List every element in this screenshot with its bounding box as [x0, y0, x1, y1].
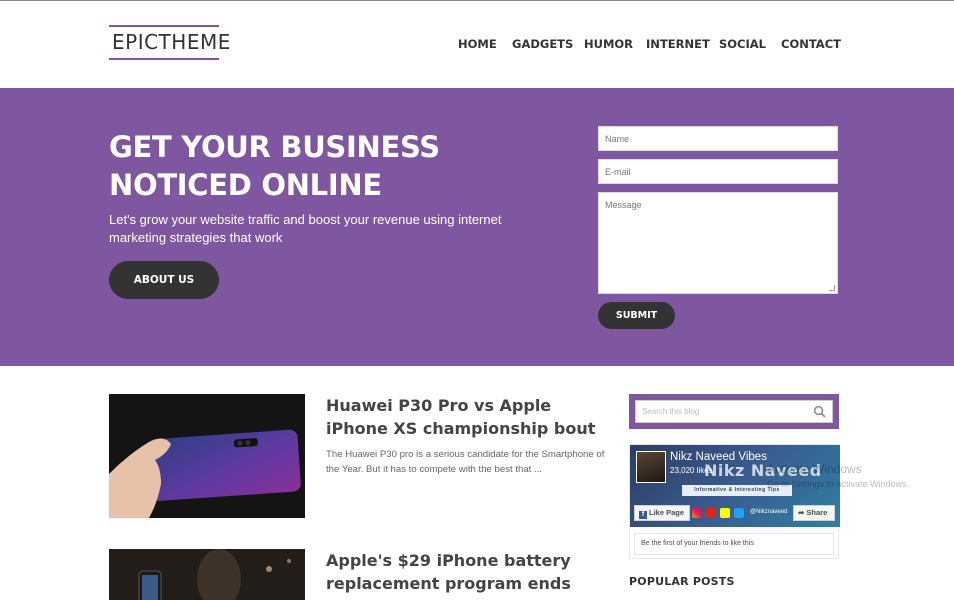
share-arrow-icon: ➦ [798, 508, 805, 517]
hero-section: GET YOUR BUSINESS NOTICED ONLINE Let's g… [0, 88, 954, 366]
nav-item-internet[interactable]: INTERNET [646, 37, 710, 51]
facebook-page-avatar[interactable] [636, 451, 666, 483]
email-field[interactable]: E-mail [598, 159, 838, 184]
hero-title: GET YOUR BUSINESS NOTICED ONLINE [109, 130, 440, 202]
post-thumbnail[interactable] [109, 394, 305, 518]
facebook-like-button[interactable]: f Like Page [634, 505, 690, 521]
post-thumbnail[interactable] [109, 549, 305, 600]
facebook-page-name[interactable]: Nikz Naveed Vibes [670, 451, 767, 463]
facebook-page-widget: Nikz Naveed Nikz Naveed Vibes 23,020 lik… [629, 444, 840, 559]
nav-item-home[interactable]: HOME [458, 37, 497, 51]
search-icon[interactable] [813, 405, 826, 418]
post-title[interactable]: Huawei P30 Pro vs Apple iPhone XS champi… [326, 394, 611, 440]
social-handle: @Nikznaveed [750, 509, 788, 515]
snapchat-icon [720, 508, 730, 518]
search-input[interactable]: Search this blog [635, 400, 833, 423]
name-field[interactable]: Name [598, 126, 838, 151]
facebook-icon: f [639, 511, 647, 519]
instagram-icon [692, 508, 702, 518]
search-placeholder: Search this blog [642, 407, 700, 416]
iphone-store-image [109, 549, 305, 600]
youtube-icon [706, 508, 716, 518]
share-button-label: Share [806, 508, 828, 517]
sidebar-search: Search this blog [629, 394, 839, 429]
twitter-icon [734, 508, 744, 518]
resize-grip-icon[interactable] [829, 285, 835, 291]
message-field[interactable]: Message [598, 192, 838, 294]
cover-tagline: Informative & Interesting Tips [682, 485, 792, 496]
message-placeholder: Message [605, 200, 642, 210]
post-title[interactable]: Apple's $29 iPhone battery replacement p… [326, 549, 611, 600]
nav-item-gadgets[interactable]: GADGETS [512, 37, 573, 51]
facebook-share-button[interactable]: ➦ Share [793, 505, 835, 521]
site-header: EPICTHEME HOME GADGETS HUMOR INTERNET SO… [0, 0, 954, 88]
like-button-label: Like Page [649, 508, 685, 517]
facebook-friends-text: Be the first of your friends to like thi… [634, 533, 834, 555]
cover-brand-text: Nikz Naveed [704, 461, 822, 480]
facebook-like-count: 23,020 likes [670, 466, 713, 475]
nav-item-contact[interactable]: CONTACT [781, 37, 841, 51]
phone-in-hand-image [109, 394, 305, 518]
hero-subtitle: Let's grow your website traffic and boos… [109, 212, 502, 245]
submit-button[interactable]: SUBMIT [598, 302, 675, 329]
nav-item-social[interactable]: SOCIAL [719, 37, 766, 51]
post-excerpt: The Huawei P30 pro is a serious candidat… [326, 449, 605, 475]
nav-item-humor[interactable]: HUMOR [584, 37, 633, 51]
facebook-cover-image[interactable]: Nikz Naveed Nikz Naveed Vibes 23,020 lik… [630, 445, 840, 527]
site-logo[interactable]: EPICTHEME [109, 25, 230, 60]
about-us-button[interactable]: ABOUT US [109, 261, 219, 299]
popular-posts-heading: POPULAR POSTS [629, 575, 735, 588]
